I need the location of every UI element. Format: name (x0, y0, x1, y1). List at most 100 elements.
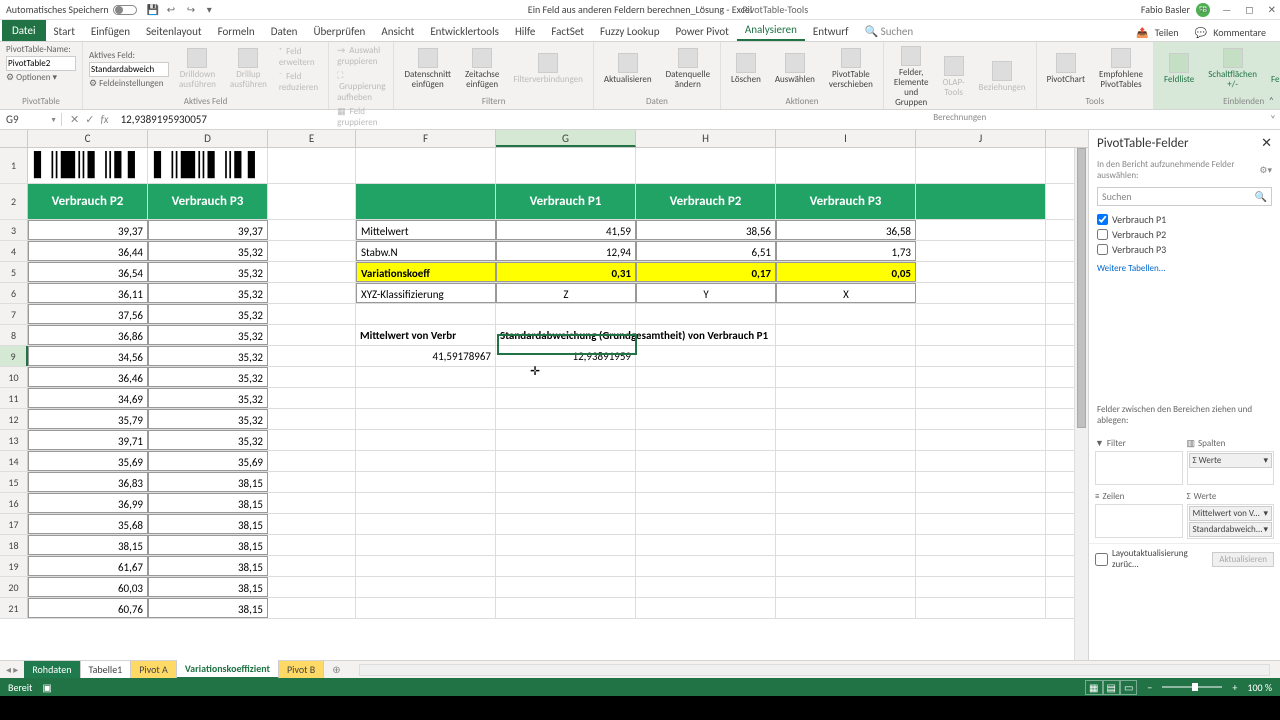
cell[interactable] (356, 577, 496, 597)
cell[interactable]: 38,56 (636, 220, 776, 240)
cell[interactable] (916, 493, 1046, 513)
cell[interactable] (268, 430, 356, 450)
cell[interactable] (268, 451, 356, 471)
cell[interactable] (268, 388, 356, 408)
save-icon[interactable]: 💾 (147, 3, 161, 17)
col-item[interactable]: Σ Werte▾ (1189, 453, 1273, 468)
cell[interactable]: Verbrauch P3 (776, 184, 916, 219)
cell[interactable]: Variationskoeff (356, 262, 496, 282)
row-header[interactable]: 17 (0, 514, 28, 534)
cell[interactable] (636, 556, 776, 576)
cell[interactable]: 36,99 (28, 493, 148, 513)
cell[interactable]: 35,79 (28, 409, 148, 429)
cell[interactable] (268, 493, 356, 513)
cell[interactable]: 60,76 (28, 598, 148, 618)
col-header-j[interactable]: J (916, 130, 1046, 147)
field-p1[interactable]: Verbrauch P1 (1097, 212, 1272, 227)
cell[interactable] (636, 367, 776, 387)
scrollbar-thumb[interactable] (1077, 148, 1086, 428)
cell[interactable] (636, 493, 776, 513)
cell[interactable] (268, 409, 356, 429)
row-header[interactable]: 4 (0, 241, 28, 261)
defer-checkbox[interactable] (1095, 553, 1108, 566)
tab-review[interactable]: Überprüfen (305, 22, 373, 41)
cell[interactable]: ▌║█║▌║▌▌ (28, 148, 148, 183)
tab-fuzzy[interactable]: Fuzzy Lookup (592, 22, 668, 41)
cancel-formula-icon[interactable]: ✕ (70, 113, 79, 126)
cell[interactable] (636, 577, 776, 597)
recommended-button[interactable]: Empfohlene PivotTables (1095, 46, 1147, 92)
cell[interactable]: 35,68 (28, 514, 148, 534)
cell[interactable]: 37,56 (28, 304, 148, 324)
cell[interactable] (496, 472, 636, 492)
cell[interactable] (636, 388, 776, 408)
cell[interactable] (776, 451, 916, 471)
sheet-tab-tabelle1[interactable]: Tabelle1 (81, 661, 132, 678)
zoom-out-icon[interactable]: − (1147, 681, 1152, 694)
field-p3[interactable]: Verbrauch P3 (1097, 242, 1272, 257)
cell[interactable] (268, 148, 356, 183)
cell[interactable]: 35,32 (148, 241, 268, 261)
cell[interactable] (916, 148, 1046, 183)
cell[interactable]: 38,15 (148, 598, 268, 618)
row-header[interactable]: 3 (0, 220, 28, 240)
cell[interactable] (268, 472, 356, 492)
cell[interactable] (636, 304, 776, 324)
close-icon[interactable]: ✕ (1268, 3, 1276, 16)
tab-design[interactable]: Entwurf (805, 22, 857, 41)
row-header[interactable]: 20 (0, 577, 28, 597)
field-search[interactable]: Suchen🔍 (1097, 187, 1272, 206)
cell[interactable] (916, 409, 1046, 429)
cell[interactable]: 41,59 (496, 220, 636, 240)
cell[interactable]: 35,69 (28, 451, 148, 471)
cell[interactable]: 12,94 (496, 241, 636, 261)
tab-data[interactable]: Daten (263, 22, 306, 41)
area-cols-box[interactable]: Σ Werte▾ (1187, 451, 1275, 485)
active-field-input[interactable] (89, 62, 169, 77)
field-settings-button[interactable]: ⚙ Feldeinstellungen (89, 78, 169, 89)
cell[interactable]: 34,69 (28, 388, 148, 408)
tab-analyze[interactable]: Analysieren (737, 20, 805, 41)
fx-icon[interactable]: fx (100, 113, 108, 126)
cell[interactable]: X (776, 283, 916, 303)
area-rows-box[interactable] (1095, 504, 1183, 538)
cell[interactable] (776, 598, 916, 618)
row-header[interactable]: 21 (0, 598, 28, 618)
cell[interactable] (776, 346, 916, 366)
cell[interactable] (268, 598, 356, 618)
cell[interactable] (356, 451, 496, 471)
cell[interactable] (636, 472, 776, 492)
cell[interactable] (776, 430, 916, 450)
timeline-button[interactable]: Zeitachse einfügen (461, 46, 503, 92)
cell[interactable]: 36,46 (28, 367, 148, 387)
cell[interactable] (636, 430, 776, 450)
tab-insert[interactable]: Einfügen (83, 22, 138, 41)
row-header[interactable]: 7 (0, 304, 28, 324)
tab-view[interactable]: Ansicht (373, 22, 422, 41)
cell[interactable] (776, 472, 916, 492)
slicer-button[interactable]: Datenschnitt einfügen (400, 46, 454, 92)
cell[interactable]: 38,15 (148, 577, 268, 597)
area-vals-box[interactable]: Mittelwert von V...▾ Standardabweich...▾ (1187, 504, 1275, 539)
cell[interactable]: 35,69 (148, 451, 268, 471)
row-header[interactable]: 2 (0, 184, 28, 219)
tab-layout[interactable]: Seitenlayout (138, 22, 210, 41)
cell[interactable]: 35,32 (148, 283, 268, 303)
tab-factset[interactable]: FactSet (543, 22, 592, 41)
cell[interactable] (916, 514, 1046, 534)
cell[interactable] (916, 220, 1046, 240)
cell[interactable] (496, 148, 636, 183)
tab-formulas[interactable]: Formeln (210, 22, 263, 41)
cell[interactable] (916, 388, 1046, 408)
cell[interactable]: 35,32 (148, 367, 268, 387)
cell[interactable]: 38,15 (148, 535, 268, 555)
cell[interactable] (496, 556, 636, 576)
cell[interactable] (356, 367, 496, 387)
cell[interactable] (356, 535, 496, 555)
col-header-h[interactable]: H (636, 130, 776, 147)
cell[interactable]: Stabw.N (356, 241, 496, 261)
pivotchart-button[interactable]: PivotChart (1043, 51, 1089, 87)
cell[interactable]: 35,32 (148, 409, 268, 429)
cell[interactable] (636, 514, 776, 534)
row-header[interactable]: 8 (0, 325, 28, 345)
